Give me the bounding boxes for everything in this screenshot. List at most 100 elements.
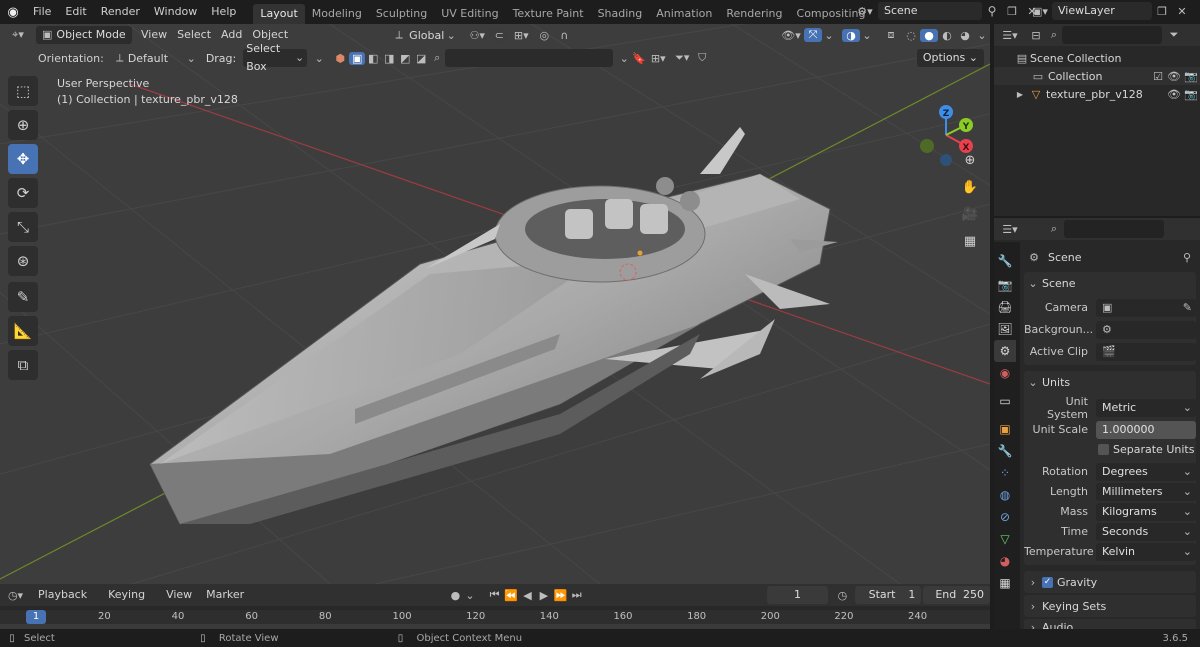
pan-hand-icon[interactable]: ✋: [958, 175, 982, 199]
cursor-tool-icon[interactable]: ⊕: [8, 110, 38, 140]
filter-chevron-icon[interactable]: ⌄: [616, 52, 632, 65]
menu-help[interactable]: Help: [204, 0, 243, 24]
falloff-icon[interactable]: ∩: [554, 29, 574, 42]
playhead-indicator[interactable]: 1: [26, 610, 46, 624]
viewport-3d[interactable]: User Perspective (1) Collection | textur…: [0, 24, 990, 584]
blender-logo-icon[interactable]: ◉: [0, 5, 26, 20]
overlay-toggle-icon[interactable]: ◑: [842, 28, 860, 42]
jump-start-icon[interactable]: ⏮: [486, 588, 502, 602]
eyedropper-icon[interactable]: ✎: [1183, 299, 1192, 317]
overlay-dropdown-icon[interactable]: ⌄: [860, 29, 874, 42]
scale-tool-icon[interactable]: ⤡: [8, 212, 38, 242]
collection-tab-icon[interactable]: ▭: [994, 390, 1016, 412]
jump-end-icon[interactable]: ⏭: [569, 588, 585, 602]
proportional-edit-icon[interactable]: ◎: [534, 29, 554, 42]
move-tool-icon[interactable]: ✥: [8, 144, 38, 174]
display-mode-icon[interactable]: ⊟: [1026, 29, 1046, 42]
tab-sculpting[interactable]: Sculpting: [369, 4, 434, 24]
wireframe-shading-icon[interactable]: ◌: [902, 29, 920, 42]
rotate-tool-icon[interactable]: ⟳: [8, 178, 38, 208]
tab-layout[interactable]: Layout: [253, 4, 305, 24]
rendered-shading-icon[interactable]: ◕: [956, 29, 974, 42]
select-mode-chevron-icon[interactable]: ⌄: [307, 52, 331, 65]
tool-tab-icon[interactable]: 🔧: [994, 250, 1016, 272]
filter-icon[interactable]: ⏷▾: [670, 51, 694, 65]
select-set-icon[interactable]: ▣: [349, 51, 366, 65]
checkbox-icon[interactable]: ☑: [1150, 70, 1166, 83]
background-field[interactable]: ⚙: [1096, 320, 1196, 339]
gravity-checkbox[interactable]: ✓: [1042, 576, 1053, 588]
select-subtract-icon[interactable]: ◨: [381, 52, 397, 65]
record-icon[interactable]: ●: [447, 589, 463, 602]
particles-tab-icon[interactable]: ⁘: [994, 462, 1016, 484]
delete-viewlayer-icon[interactable]: ✕: [1172, 5, 1192, 18]
start-frame-field[interactable]: Start 1: [854, 586, 922, 604]
select-invert-icon[interactable]: ◩: [397, 52, 413, 65]
zoom-icon[interactable]: ⊕: [958, 148, 982, 172]
gravity-panel-header[interactable]: › ✓ Gravity: [1024, 571, 1196, 593]
camera-render-icon[interactable]: 📷: [1182, 88, 1200, 101]
next-keyframe-icon[interactable]: ⏩: [552, 589, 568, 602]
annotate-tool-icon[interactable]: ✎: [8, 282, 38, 312]
menu-edit[interactable]: Edit: [58, 0, 93, 24]
tab-shading[interactable]: Shading: [591, 4, 650, 24]
ortho-grid-icon[interactable]: ▦: [958, 229, 982, 253]
constraints-tab-icon[interactable]: ⊘: [994, 506, 1016, 528]
timeline-menu-playback[interactable]: Playback: [31, 586, 101, 604]
layout-icon[interactable]: ⊞▾: [646, 52, 670, 65]
keying-sets-panel-header[interactable]: › Keying Sets: [1024, 595, 1196, 617]
rotation-dropdown[interactable]: Degrees ⌄: [1096, 462, 1196, 481]
visibility-icon[interactable]: 👁▾: [778, 29, 804, 42]
viewport-menu-view[interactable]: View: [136, 26, 172, 44]
texture-tab-icon[interactable]: ▦: [994, 572, 1016, 594]
bookmark-icon[interactable]: 🔖: [632, 52, 646, 65]
menu-file[interactable]: File: [26, 0, 58, 24]
camera-field[interactable]: ▣ ✎: [1096, 298, 1196, 317]
measure-tool-icon[interactable]: 📐: [8, 316, 38, 346]
length-dropdown[interactable]: Millimeters ⌄: [1096, 482, 1196, 501]
data-tab-icon[interactable]: ▽: [994, 528, 1016, 550]
camera-view-icon[interactable]: 🎥: [958, 202, 982, 226]
scene-name-field[interactable]: Scene: [878, 2, 982, 20]
outliner-scene-collection[interactable]: ▤ Scene Collection: [994, 49, 1200, 67]
units-panel-header[interactable]: ⌄ Units: [1024, 371, 1196, 393]
scene-icon[interactable]: ⚙▾: [852, 5, 878, 18]
gizmo-dropdown-icon[interactable]: ⌄: [822, 29, 836, 42]
eye-icon[interactable]: 👁: [1166, 88, 1182, 101]
options-dropdown[interactable]: Options ⌄: [916, 49, 984, 67]
transform-orientation[interactable]: ⟂ Global ⌄: [389, 28, 458, 42]
mass-dropdown[interactable]: Kilograms ⌄: [1096, 502, 1196, 521]
camera-render-icon[interactable]: 📷: [1182, 70, 1200, 83]
new-scene-icon[interactable]: ❐: [1002, 5, 1022, 18]
active-clip-field[interactable]: 🎬: [1096, 342, 1196, 361]
audio-panel-header[interactable]: › Audio: [1024, 619, 1196, 629]
pin-icon[interactable]: ⚲: [982, 4, 1002, 18]
drag-dropdown[interactable]: Select Box ⌄: [243, 42, 308, 73]
material-shading-icon[interactable]: ◐: [938, 29, 956, 42]
tab-texture-paint[interactable]: Texture Paint: [506, 4, 591, 24]
properties-search-field[interactable]: [1064, 220, 1164, 238]
play-icon[interactable]: ▶: [536, 589, 552, 602]
timeline-editor-icon[interactable]: ◷▾: [0, 589, 31, 602]
outliner-collection[interactable]: ▭ Collection ☑ 👁 📷: [994, 67, 1200, 85]
render-tab-icon[interactable]: 📷: [994, 274, 1016, 296]
end-frame-field[interactable]: End 250: [923, 586, 991, 604]
object-tab-icon[interactable]: ▣: [994, 418, 1016, 440]
time-dropdown[interactable]: Seconds ⌄: [1096, 522, 1196, 541]
current-frame-field[interactable]: 1: [766, 586, 829, 604]
select-intersect-icon[interactable]: ◪: [413, 52, 429, 65]
viewlayer-icon[interactable]: ▣▾: [1028, 5, 1052, 18]
new-viewlayer-icon[interactable]: ❐: [1152, 5, 1172, 18]
material-tab-icon[interactable]: ◕: [994, 550, 1016, 572]
tool-search-field[interactable]: [445, 49, 614, 67]
unit-system-dropdown[interactable]: Metric ⌄: [1096, 398, 1196, 417]
play-reverse-icon[interactable]: ◀: [519, 589, 535, 602]
gizmo-toggle-icon[interactable]: ⤧: [804, 28, 822, 42]
shield-icon[interactable]: ⛉: [694, 51, 710, 65]
timeline-menu-keying[interactable]: Keying: [101, 586, 159, 604]
output-tab-icon[interactable]: 🖨: [994, 296, 1016, 318]
filter-icon[interactable]: ⏷: [1162, 28, 1186, 42]
modifier-tab-icon[interactable]: 🔧: [994, 440, 1016, 462]
keyframe-type-icon[interactable]: ⌄: [464, 589, 477, 602]
transform-tool-icon[interactable]: ⊛: [8, 246, 38, 276]
